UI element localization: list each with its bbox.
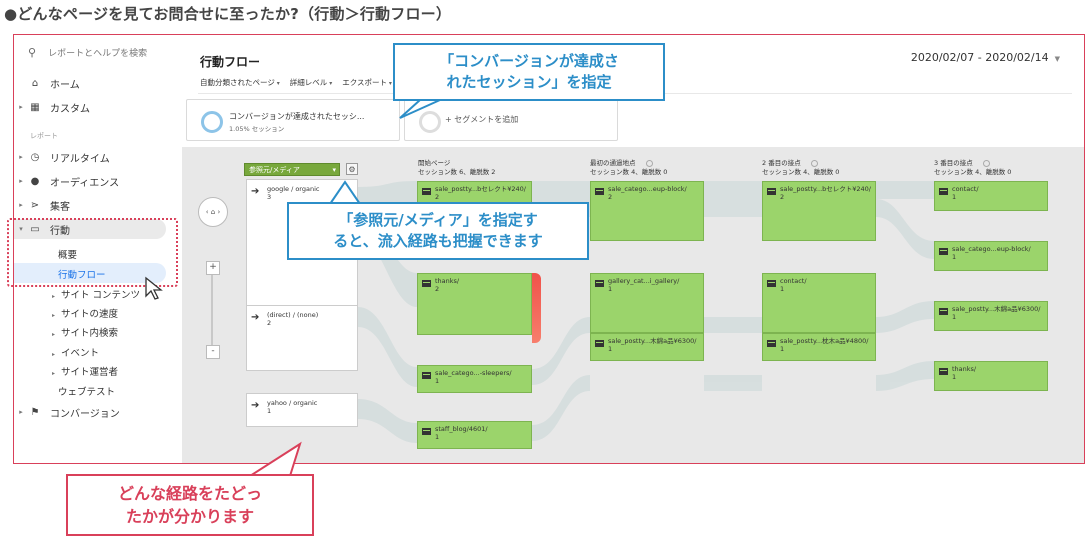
- person-icon: ●: [30, 175, 40, 187]
- behavior-flow-visualization[interactable]: ‹ ⌂ › + - 参照元/メディア ⚙ 開始ページ セッション数 6、離脱数 …: [182, 147, 1084, 463]
- sidebar-item-acquisition[interactable]: ▸ ⋗ 集客: [14, 195, 172, 215]
- page-node[interactable]: sale_postty...木綿a品¥6300/1: [934, 301, 1048, 331]
- sidebar-search[interactable]: ⚲ レポートとヘルプを検索: [28, 46, 147, 59]
- page-icon: [595, 188, 604, 195]
- report-toolbar: 自動分類されたページ 詳細レベル エクスポート: [200, 77, 392, 88]
- chevron-down-icon: ▼: [1054, 55, 1060, 63]
- info-dot-icon: [810, 159, 818, 167]
- sidebar-item-publisher[interactable]: ▸ サイト運営者: [52, 364, 118, 378]
- add-segment-card[interactable]: + セグメントを追加: [404, 99, 618, 141]
- page-icon: [767, 280, 776, 287]
- page-node[interactable]: thanks/1: [934, 361, 1048, 391]
- sidebar-item-site-content[interactable]: ▸ サイト コンテンツ: [52, 287, 140, 301]
- page-icon: [939, 188, 948, 195]
- callout-conversion-segment: 「コンバージョンが達成さ れたセッション」を指定: [393, 43, 665, 101]
- column-header-second-interaction: 2 番目の接点 セッション数 4、離脱数 0: [762, 159, 840, 176]
- source-node-yahoo[interactable]: ➔ yahoo / organic 1: [246, 393, 358, 427]
- arrow-right-icon: ➔: [251, 400, 260, 411]
- sidebar-item-realtime[interactable]: ▸ ◷ リアルタイム: [14, 147, 172, 167]
- page-icon: [767, 188, 776, 195]
- sidebar-item-experiments[interactable]: ウェブテスト: [58, 384, 115, 398]
- arrow-right-icon: ➔: [251, 312, 260, 323]
- page-node[interactable]: thanks/2: [417, 273, 532, 335]
- page-node[interactable]: sale_catego...eup-block/2: [590, 181, 704, 241]
- dropoff-indicator[interactable]: [532, 273, 541, 343]
- page-icon: [939, 308, 948, 315]
- toolbar-detail-level[interactable]: 詳細レベル: [290, 77, 332, 88]
- search-placeholder: レポートとヘルプを検索: [48, 49, 148, 59]
- callout-flow-path: どんな経路をたどっ たかが分かります: [66, 474, 314, 536]
- expand-arrow-icon: ▸: [52, 370, 56, 377]
- column-header-third-interaction: 3 番目の接点 セッション数 4、離脱数 0: [934, 159, 1012, 176]
- source-node-direct[interactable]: ➔ (direct) / (none) 2: [246, 305, 358, 371]
- segment-card-conversions[interactable]: コンバージョンが達成されたセッシ... 1.05% セッション: [186, 99, 400, 141]
- pan-control[interactable]: ‹ ⌂ ›: [198, 197, 228, 227]
- page-icon: [767, 340, 776, 347]
- date-range-picker[interactable]: 2020/02/07 - 2020/02/14 ▼: [911, 51, 1060, 64]
- section-label: レポート: [30, 132, 58, 140]
- page-icon: [939, 368, 948, 375]
- expand-arrow-icon: ▸: [19, 153, 23, 161]
- toolbar-export[interactable]: エクスポート: [342, 77, 392, 88]
- page-node[interactable]: sale_catego...eup-block/1: [934, 241, 1048, 271]
- page-icon: [422, 372, 431, 379]
- column-header-start-page: 開始ページ セッション数 6、離脱数 2: [418, 159, 496, 176]
- page-icon: [939, 248, 948, 255]
- page-icon: [595, 340, 604, 347]
- page-node[interactable]: gallery_cat...i_gallery/1: [590, 273, 704, 333]
- toolbar-page-grouping[interactable]: 自動分類されたページ: [200, 77, 280, 88]
- zoom-slider-track[interactable]: [211, 275, 213, 345]
- add-segment-label: + セグメントを追加: [445, 115, 519, 124]
- sidebar-item-home[interactable]: ⌂ ホーム: [14, 73, 172, 93]
- page-node[interactable]: staff_blog/4601/1: [417, 421, 532, 449]
- segment-ring-icon: [419, 111, 441, 133]
- expand-arrow-icon: ▸: [52, 293, 56, 300]
- flag-icon: ⚑: [30, 406, 40, 418]
- expand-arrow-icon: ▸: [19, 408, 23, 416]
- page-node[interactable]: contact/1: [762, 273, 876, 333]
- page-heading: ●どんなページを見てお問合せに至ったか?（行動＞行動フロー）: [4, 5, 452, 23]
- mouse-cursor-icon: [145, 276, 163, 300]
- dimension-select[interactable]: 参照元/メディア: [244, 163, 340, 177]
- page-icon: [422, 280, 431, 287]
- expand-arrow-icon: ▸: [19, 201, 23, 209]
- page-node[interactable]: sale_postty...bセレクト¥240/2: [762, 181, 876, 241]
- info-dot-icon: [982, 159, 990, 167]
- expand-arrow-icon: ▸: [52, 312, 56, 319]
- search-icon: ⚲: [28, 46, 37, 59]
- zoom-in-button[interactable]: +: [206, 261, 220, 275]
- page-title: 行動フロー: [200, 55, 261, 69]
- expand-arrow-icon: ▸: [52, 331, 56, 338]
- page-node[interactable]: sale_postty...木綿a品¥6300/1: [590, 333, 704, 361]
- grid-icon: ▦: [30, 101, 40, 113]
- sidebar-item-audience[interactable]: ▸ ● オーディエンス: [14, 171, 172, 191]
- segment-title: コンバージョンが達成されたセッシ...: [229, 112, 365, 121]
- home-icon: ⌂: [31, 77, 39, 89]
- expand-arrow-icon: ▸: [19, 177, 23, 185]
- expand-arrow-icon: ▸: [52, 351, 56, 358]
- page-icon: [422, 188, 431, 195]
- clock-icon: ◷: [30, 151, 40, 163]
- page-icon: [422, 428, 431, 435]
- sidebar-item-site-search[interactable]: ▸ サイト内検索: [52, 325, 118, 339]
- page-node[interactable]: contact/1: [934, 181, 1048, 211]
- info-dot-icon: [645, 159, 653, 167]
- page-node[interactable]: sale_postty...枕木a品¥4800/1: [762, 333, 876, 361]
- page-icon: [595, 280, 604, 287]
- column-header-first-interaction: 最初の通過地点 セッション数 4、離脱数 0: [590, 159, 668, 176]
- sidebar-item-events[interactable]: ▸ イベント: [52, 345, 99, 359]
- sidebar-item-custom[interactable]: ▸ ▦ カスタム: [14, 97, 172, 117]
- page-node[interactable]: sale_catego...-sleepers/1: [417, 365, 532, 393]
- segment-subtitle: 1.05% セッション: [229, 125, 285, 133]
- sidebar-item-conversions[interactable]: ▸ ⚑ コンバージョン: [14, 402, 172, 422]
- zoom-out-button[interactable]: -: [206, 345, 220, 359]
- sidebar-item-site-speed[interactable]: ▸ サイトの速度: [52, 306, 118, 320]
- arrow-right-icon: ➔: [251, 186, 260, 197]
- acquisition-icon: ⋗: [30, 199, 40, 211]
- callout-source-medium: 「参照元/メディア」を指定す ると、流入経路も把握できます: [287, 202, 589, 260]
- gear-icon[interactable]: ⚙: [346, 163, 358, 175]
- expand-arrow-icon: ▸: [19, 103, 23, 111]
- segment-ring-icon: [201, 111, 223, 133]
